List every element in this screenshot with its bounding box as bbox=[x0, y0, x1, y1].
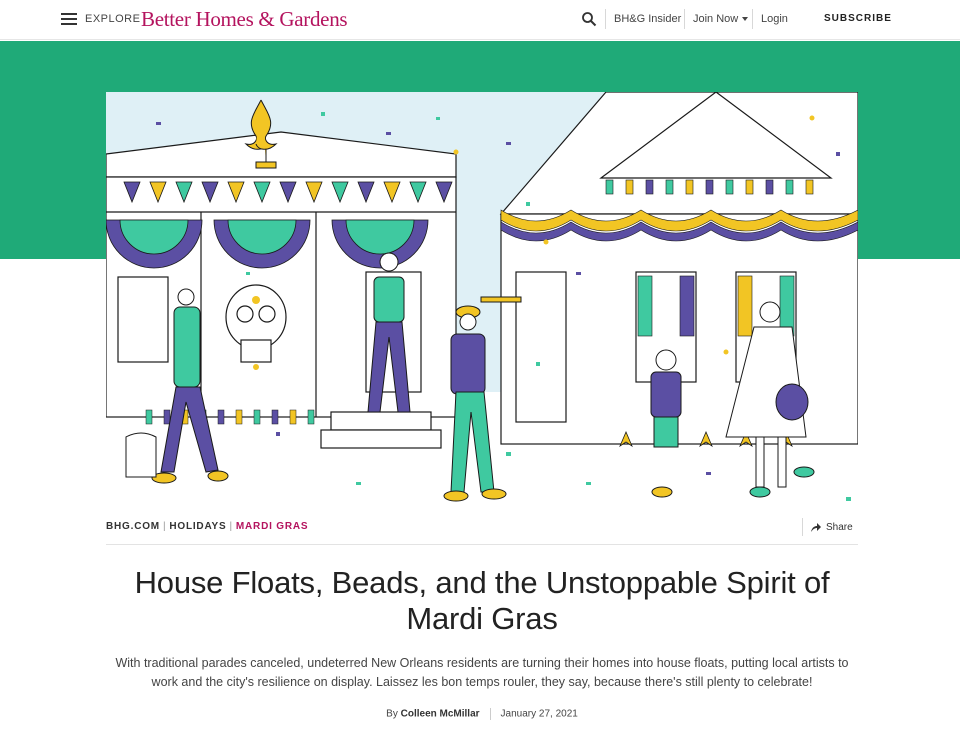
author-link[interactable]: Colleen McMillar bbox=[401, 709, 480, 720]
hero-image bbox=[106, 92, 858, 509]
subscribe-button[interactable]: SUBSCRIBE bbox=[824, 13, 892, 24]
breadcrumb-holidays[interactable]: HOLIDAYS bbox=[169, 521, 226, 532]
nav-divider bbox=[605, 9, 606, 29]
mardi-gras-illustration bbox=[106, 92, 858, 509]
login-link[interactable]: Login bbox=[761, 13, 788, 25]
join-now-dropdown[interactable]: Join Now bbox=[693, 13, 749, 25]
article-dek: With traditional parades canceled, undet… bbox=[115, 656, 849, 689]
breadcrumb: BHG.COM | HOLIDAYS | MARDI GRAS bbox=[106, 521, 308, 532]
divider bbox=[106, 544, 858, 545]
search-icon[interactable] bbox=[581, 11, 597, 27]
byline: By Colleen McMillar January 27, 2021 bbox=[106, 708, 858, 720]
byline-divider bbox=[489, 708, 491, 720]
explore-button[interactable]: EXPLORE bbox=[85, 13, 140, 25]
share-label: Share bbox=[826, 522, 853, 533]
share-arrow-icon bbox=[811, 522, 821, 532]
site-header: EXPLORE Better Homes & Gardens BH&G Insi… bbox=[0, 0, 960, 40]
breadcrumb-separator: | bbox=[162, 521, 167, 532]
site-logo[interactable]: Better Homes & Gardens bbox=[141, 7, 348, 32]
breadcrumb-mardi-gras[interactable]: MARDI GRAS bbox=[236, 521, 308, 532]
nav-divider bbox=[752, 9, 753, 29]
join-now-label: Join Now bbox=[693, 13, 739, 25]
menu-icon[interactable] bbox=[61, 13, 77, 25]
share-button[interactable]: Share bbox=[811, 522, 853, 533]
article-title: House Floats, Beads, and the Unstoppable… bbox=[134, 565, 830, 636]
bhg-insider-link[interactable]: BH&G Insider bbox=[614, 13, 681, 25]
nav-divider bbox=[684, 9, 685, 29]
breadcrumb-separator: | bbox=[229, 521, 233, 532]
share-divider bbox=[802, 518, 803, 536]
byline-prefix: By bbox=[386, 708, 398, 720]
breadcrumb-site[interactable]: BHG.COM bbox=[106, 521, 160, 532]
chevron-down-icon bbox=[742, 17, 749, 22]
publish-date: January 27, 2021 bbox=[500, 708, 578, 720]
